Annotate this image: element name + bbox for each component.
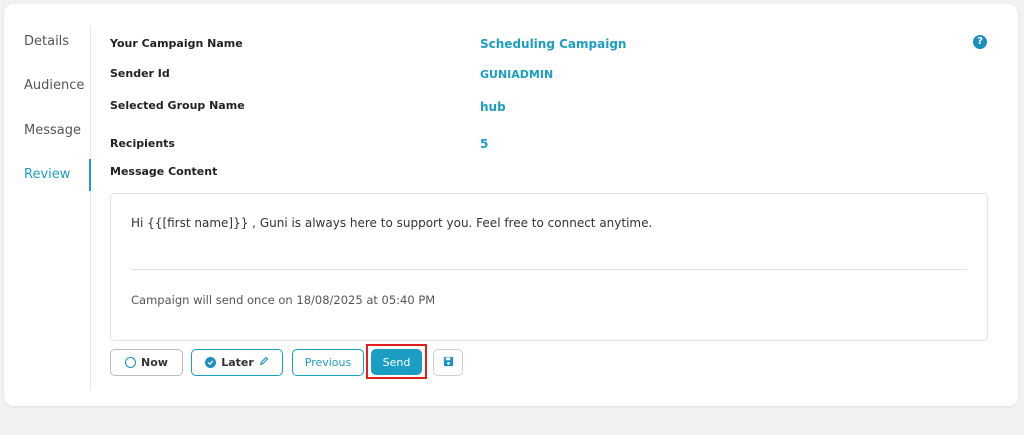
floppy-disk-icon bbox=[443, 356, 454, 370]
sidebar-divider bbox=[90, 26, 91, 390]
later-button-label: Later bbox=[221, 356, 254, 369]
pencil-icon[interactable] bbox=[259, 356, 269, 369]
sidebar-item-review[interactable]: Review bbox=[24, 167, 70, 182]
check-circle-icon bbox=[205, 357, 217, 368]
sidebar-item-audience[interactable]: Audience bbox=[24, 78, 84, 93]
group-name-value: hub bbox=[480, 100, 506, 114]
radio-empty-icon bbox=[125, 357, 137, 368]
message-text: Hi {{[first name]}} , Guni is always her… bbox=[131, 216, 653, 230]
now-button-label: Now bbox=[141, 356, 168, 369]
sidebar-item-message[interactable]: Message bbox=[24, 123, 81, 138]
campaign-name-value: Scheduling Campaign bbox=[480, 37, 627, 51]
previous-button[interactable]: Previous bbox=[292, 349, 364, 376]
message-preview-box: Hi {{[first name]}} , Guni is always her… bbox=[110, 193, 988, 341]
active-step-indicator bbox=[89, 159, 91, 191]
review-card: Details Audience Message Review Your Cam… bbox=[4, 4, 1018, 406]
message-divider bbox=[131, 269, 967, 270]
group-name-label: Selected Group Name bbox=[110, 99, 245, 112]
recipients-label: Recipients bbox=[110, 137, 175, 150]
wizard-sidebar: Details Audience Message Review bbox=[4, 4, 92, 406]
save-button[interactable] bbox=[433, 349, 463, 376]
sidebar-item-details[interactable]: Details bbox=[24, 34, 69, 49]
sender-id-value: GUNIADMIN bbox=[480, 68, 554, 81]
sender-id-label: Sender Id bbox=[110, 67, 170, 80]
later-button[interactable]: Later bbox=[191, 349, 283, 376]
send-button[interactable]: Send bbox=[371, 349, 422, 375]
recipients-value: 5 bbox=[480, 137, 489, 151]
campaign-name-label: Your Campaign Name bbox=[110, 37, 243, 50]
question-circle-icon[interactable]: ? bbox=[973, 35, 987, 49]
now-button[interactable]: Now bbox=[110, 349, 183, 376]
message-content-label: Message Content bbox=[110, 165, 218, 178]
schedule-text: Campaign will send once on 18/08/2025 at… bbox=[131, 293, 436, 307]
